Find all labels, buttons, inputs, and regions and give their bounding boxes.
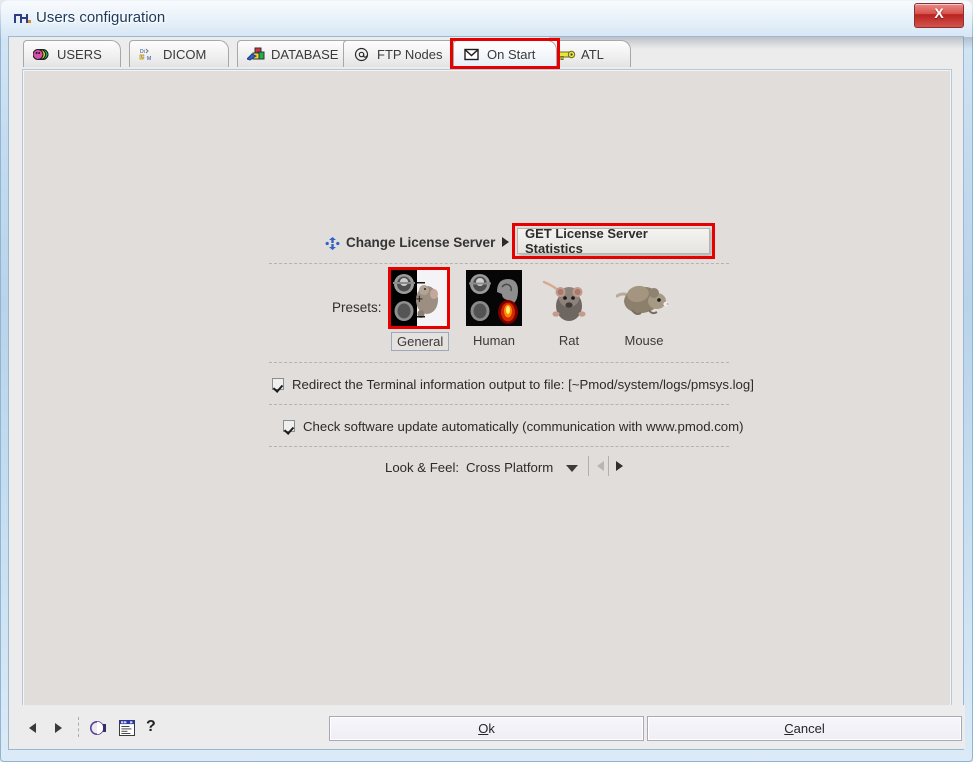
key-icon: [557, 47, 576, 62]
tab-atl[interactable]: ATL: [547, 40, 631, 67]
check-update-row: Check software update automatically (com…: [269, 406, 744, 446]
back-arrow-icon[interactable]: [29, 723, 36, 733]
presets-label: Presets:: [332, 300, 382, 315]
envelope-icon: [463, 47, 480, 62]
look-and-feel-value[interactable]: Cross Platform: [466, 460, 553, 475]
toolbar-separator: [78, 717, 80, 737]
application-window: Users configuration X USERS Di C M DICOM…: [0, 0, 973, 762]
tab-ftp-nodes[interactable]: FTP Nodes: [343, 40, 461, 67]
svg-text:M: M: [147, 56, 151, 62]
tab-users[interactable]: USERS: [23, 40, 121, 67]
forward-arrow-icon[interactable]: [55, 723, 62, 733]
tab-on-start-label: On Start: [487, 46, 536, 62]
cancel-label-rest: ancel: [793, 721, 825, 736]
cancel-button-label: Cancel: [784, 721, 824, 736]
ok-button-label: Ok: [478, 721, 495, 736]
bottom-toolbar: ? Ok Cancel: [9, 705, 965, 749]
title-bar: Users configuration X: [0, 0, 973, 38]
preset-human[interactable]: Human: [466, 270, 522, 350]
close-icon: X: [934, 5, 944, 21]
license-server-icon: [325, 236, 340, 251]
preset-general-label: General: [391, 332, 450, 351]
general-preset-icon: +: [391, 270, 447, 326]
tab-users-label: USERS: [57, 46, 102, 62]
preset-mouse[interactable]: Mouse: [616, 270, 672, 350]
cancel-mnemonic: C: [784, 721, 794, 736]
license-server-row: Change License Server GET License Server…: [269, 223, 729, 263]
settings-column: Change License Server GET License Server…: [269, 223, 754, 488]
window-title: Users configuration: [36, 9, 166, 26]
ok-mnemonic: O: [478, 721, 489, 736]
preset-human-label: Human: [473, 333, 515, 348]
redirect-terminal-label: Redirect the Terminal information output…: [292, 376, 754, 392]
tab-database-label: DATABASE: [271, 46, 339, 62]
get-license-server-statistics-button[interactable]: GET License Server Statistics: [517, 226, 710, 256]
redirect-terminal-row: Redirect the Terminal information output…: [269, 364, 754, 404]
ok-button[interactable]: Ok: [329, 716, 644, 741]
svg-text:+: +: [416, 291, 424, 306]
check-update-label: Check software update automatically (com…: [303, 418, 744, 434]
pmod-logo-icon: [13, 10, 31, 27]
change-license-server-label[interactable]: Change License Server: [346, 235, 495, 250]
chevron-down-icon[interactable]: [566, 465, 578, 472]
dicom-icon: Di C M: [139, 47, 156, 62]
client-area: USERS Di C M DICOM DATABASE FTP Nodes On…: [8, 36, 973, 750]
previous-arrow-icon[interactable]: [597, 461, 604, 471]
rat-preset-icon: [541, 270, 597, 326]
preset-rat-label: Rat: [558, 333, 580, 348]
preset-rat[interactable]: Rat: [541, 270, 597, 350]
play-arrow-icon[interactable]: [502, 237, 509, 247]
look-and-feel-row: Look & Feel: Cross Platform: [269, 448, 729, 488]
ok-label-rest: k: [488, 721, 495, 736]
mouse-preset-icon: [616, 270, 672, 326]
divider-1: [588, 456, 589, 476]
preset-mouse-label: Mouse: [624, 333, 664, 348]
tab-dicom-label: DICOM: [163, 46, 207, 62]
tab-dicom[interactable]: Di C M DICOM: [129, 40, 229, 67]
divider-2: [608, 456, 609, 476]
tab-atl-label: ATL: [581, 46, 604, 62]
preset-general[interactable]: + General: [391, 270, 450, 351]
close-button[interactable]: X: [914, 3, 964, 28]
check-update-checkbox[interactable]: [283, 420, 295, 432]
help-icon[interactable]: ?: [146, 718, 156, 736]
on-start-panel: Change License Server GET License Server…: [22, 69, 952, 726]
database-icon: [246, 47, 265, 62]
report-window-icon[interactable]: [118, 719, 136, 737]
look-and-feel-label: Look & Feel:: [385, 460, 460, 475]
presets-row: Presets: + General Human Rat Mouse: [269, 265, 729, 362]
cancel-button[interactable]: Cancel: [647, 716, 962, 741]
human-preset-icon: [466, 270, 522, 326]
users-icon: [32, 47, 50, 62]
tab-strip: USERS Di C M DICOM DATABASE FTP Nodes On…: [9, 37, 965, 69]
tab-ftp-nodes-label: FTP Nodes: [377, 46, 443, 62]
color-table-icon[interactable]: [89, 720, 107, 736]
next-arrow-icon[interactable]: [616, 461, 623, 471]
at-sign-icon: [353, 47, 370, 62]
tab-on-start[interactable]: On Start: [453, 40, 557, 67]
redirect-terminal-checkbox[interactable]: [272, 378, 284, 390]
